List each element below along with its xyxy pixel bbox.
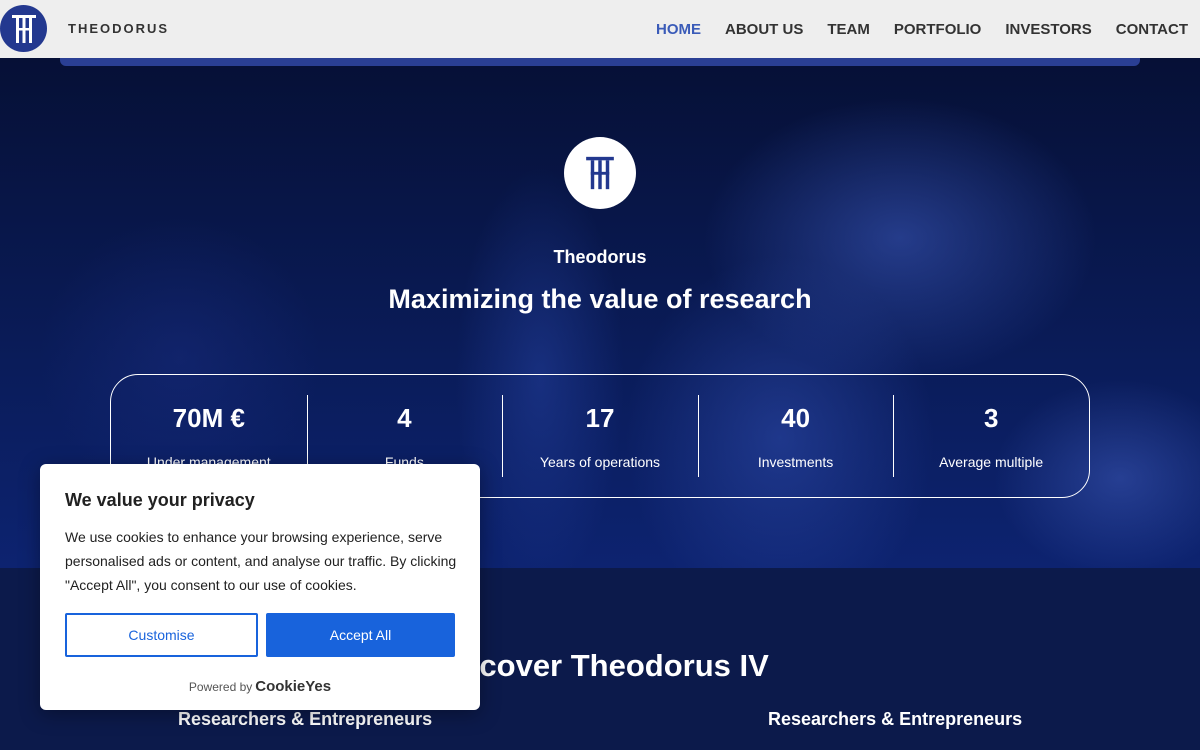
nav-investors[interactable]: INVESTORS xyxy=(1005,21,1091,38)
stat-label: Investments xyxy=(757,454,834,470)
sub-heading-left: Researchers & Entrepreneurs xyxy=(178,709,433,729)
nav-portfolio[interactable]: PORTFOLIO xyxy=(894,21,982,38)
cookie-description: We use cookies to enhance your browsing … xyxy=(65,529,457,593)
powered-by: Powered by CookieYes xyxy=(40,678,480,695)
stat-value: 70M € xyxy=(172,403,245,433)
hero-tagline: Maximizing the value of research xyxy=(388,284,812,314)
th-monogram-icon xyxy=(11,14,36,43)
cookie-consent-banner: We value your privacy We use cookies to … xyxy=(40,464,480,710)
powered-by-label: Powered by xyxy=(188,680,253,694)
stat-value: 4 xyxy=(397,403,412,433)
nav-team[interactable]: TEAM xyxy=(827,21,870,38)
stat-value: 17 xyxy=(585,403,615,433)
stat-label: Average multiple xyxy=(939,454,1044,470)
customise-button[interactable]: Customise xyxy=(65,613,258,657)
th-monogram-icon xyxy=(586,156,614,190)
accept-all-button[interactable]: Accept All xyxy=(266,613,455,657)
cookie-title: We value your privacy xyxy=(65,490,255,510)
hero-company-name: Theodorus xyxy=(553,247,647,267)
header-accent-strip xyxy=(60,58,1140,66)
site-header: THEODORUS HOME ABOUT US TEAM PORTFOLIO I… xyxy=(0,0,1200,58)
sub-heading-right: Researchers & Entrepreneurs xyxy=(768,709,1023,729)
stat-item: 40 Investments xyxy=(697,375,894,497)
stat-item: 17 Years of operations xyxy=(502,375,698,497)
cookieyes-logo[interactable]: CookieYes xyxy=(255,678,331,695)
stat-item: 3 Average multiple xyxy=(893,375,1089,497)
nav-about-us[interactable]: ABOUT US xyxy=(725,21,803,38)
brand-name[interactable]: THEODORUS xyxy=(68,21,169,36)
brand-logo[interactable] xyxy=(0,5,47,52)
nav-home[interactable]: HOME xyxy=(656,21,701,38)
main-nav: HOME ABOUT US TEAM PORTFOLIO INVESTORS C… xyxy=(656,0,1188,58)
discover-fund-name: Theodorus IV xyxy=(570,648,769,683)
nav-contact[interactable]: CONTACT xyxy=(1116,21,1188,38)
stat-value: 3 xyxy=(983,403,999,433)
cookie-buttons: Customise Accept All xyxy=(65,613,455,657)
stat-label: Years of operations xyxy=(539,454,661,470)
hero-logo xyxy=(564,137,636,209)
stat-value: 40 xyxy=(781,403,811,433)
